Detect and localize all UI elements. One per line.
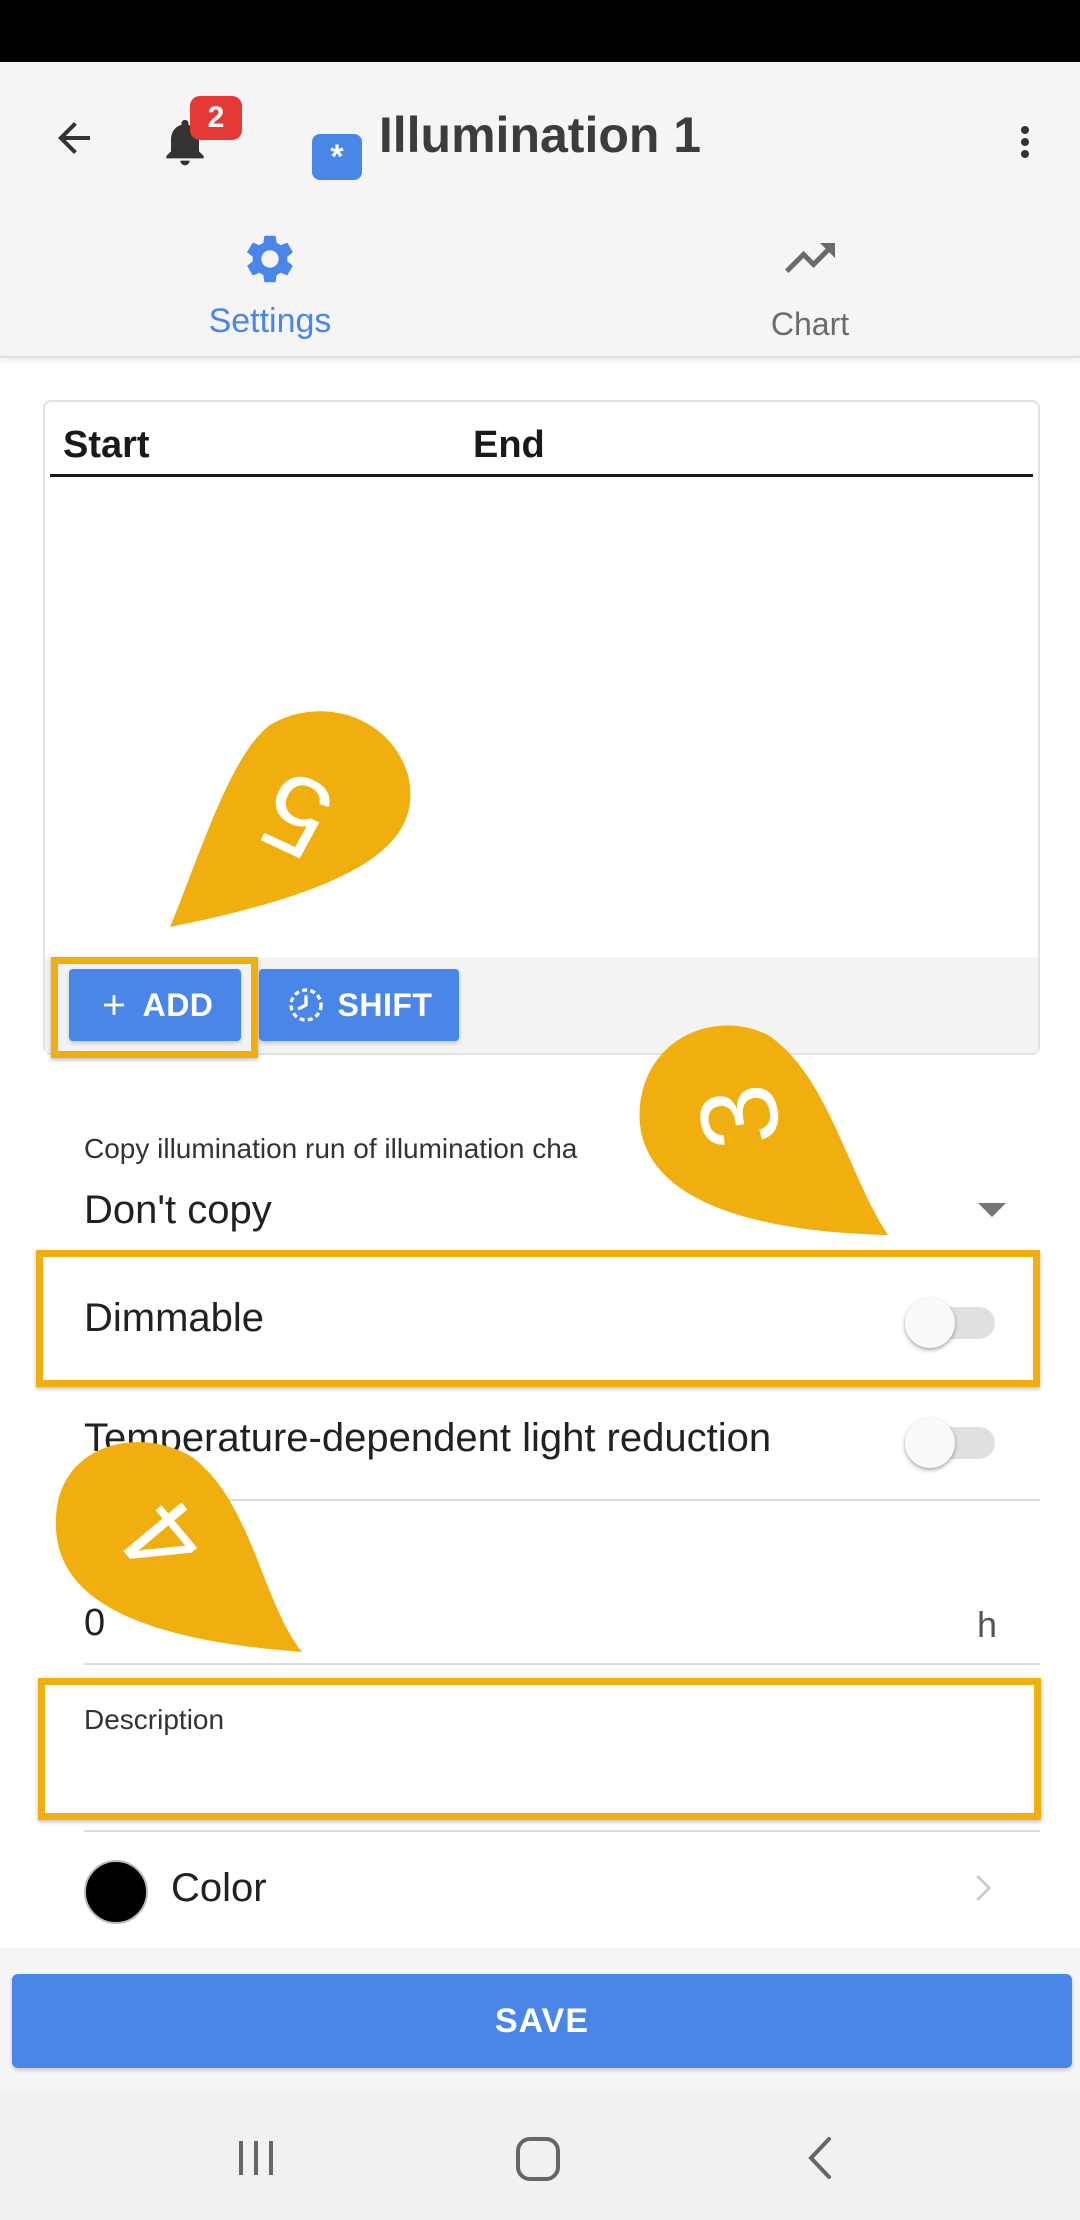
toggle-thumb [905, 1418, 955, 1468]
copy-run-select[interactable]: Don't copy [84, 1188, 272, 1233]
tab-chart-label: Chart [770, 306, 850, 342]
duration-unit: h [977, 1604, 998, 1645]
more-vert-icon [1021, 126, 1029, 158]
highlight-dimmable-row [36, 1250, 1040, 1387]
home-icon[interactable] [512, 2133, 564, 2185]
dropdown-caret-icon[interactable] [978, 1203, 1006, 1217]
back-button[interactable] [38, 102, 110, 174]
notification-count-badge: 2 [190, 96, 242, 140]
gear-icon [246, 235, 293, 283]
arrow-back-icon [58, 122, 90, 154]
annotation-marker-5: 5 [170, 711, 411, 927]
shift-button-label: SHIFT [337, 986, 433, 1023]
highlight-add-button [51, 957, 258, 1058]
save-bar: SAVE [0, 1948, 1080, 2093]
shift-button[interactable]: SHIFT [259, 969, 459, 1041]
save-button[interactable]: SAVE [12, 1974, 1072, 2068]
tab-chart[interactable]: Chart [540, 212, 1080, 352]
app-header: 2 Illumination 1 Settings * Chart [0, 62, 1080, 358]
overflow-menu-button[interactable] [990, 102, 1060, 182]
annotation-marker-3: 3 [639, 1025, 888, 1235]
table-header-divider [50, 474, 1033, 477]
color-swatch[interactable] [84, 1860, 148, 1924]
system-navigation-bar [0, 2093, 1080, 2220]
temp-reduction-toggle[interactable] [905, 1413, 997, 1469]
annotation-marker-4: 4 [55, 1442, 302, 1652]
tab-settings[interactable]: Settings [0, 212, 540, 352]
divider [84, 1830, 1040, 1832]
clock-shift-icon [288, 988, 323, 1022]
status-bar [0, 0, 1080, 62]
back-nav-icon[interactable] [797, 2133, 843, 2183]
tab-settings-label: Settings [208, 302, 332, 340]
chevron-right-icon[interactable] [962, 1868, 1002, 1908]
highlight-description-field [38, 1678, 1041, 1820]
trending-up-icon [785, 243, 835, 273]
page-title: Illumination 1 [378, 107, 702, 163]
unsaved-changes-badge: * [312, 134, 362, 180]
copy-run-label: Copy illumination run of illumination ch… [84, 1133, 578, 1164]
recent-apps-icon[interactable] [231, 2133, 281, 2183]
color-label[interactable]: Color [171, 1866, 267, 1911]
column-header-end: End [473, 424, 545, 466]
column-header-start: Start [63, 424, 150, 466]
